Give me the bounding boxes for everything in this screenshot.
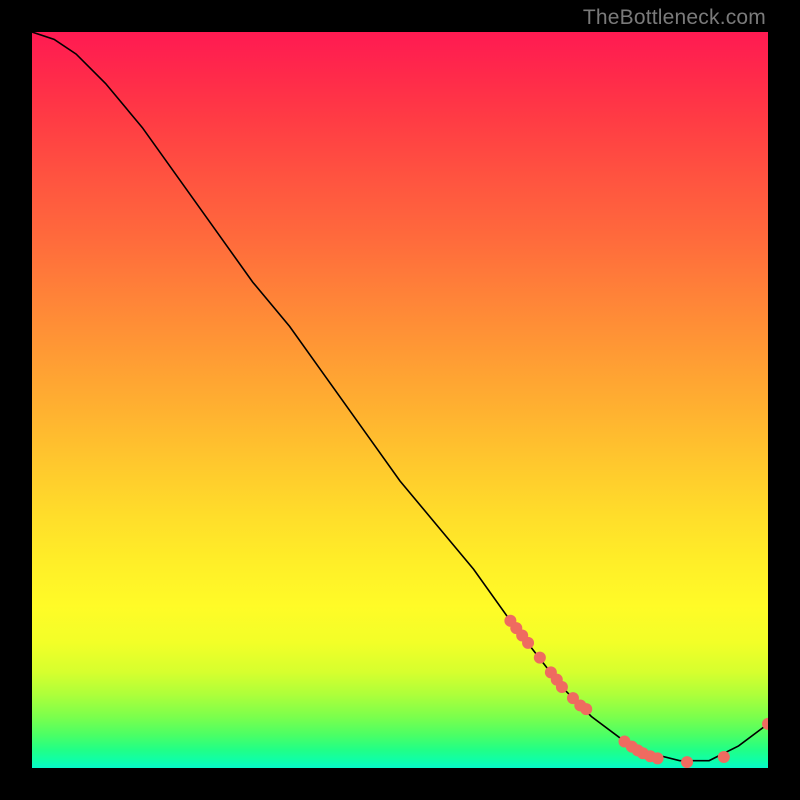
- marker-dot: [652, 752, 664, 764]
- chart-frame: TheBottleneck.com: [0, 0, 800, 800]
- marker-dot: [718, 751, 730, 763]
- chart-svg: [32, 32, 768, 768]
- watermark-text: TheBottleneck.com: [583, 6, 766, 30]
- marker-dot: [580, 703, 592, 715]
- marker-dot: [556, 681, 568, 693]
- marker-dot: [522, 637, 534, 649]
- marker-dot: [534, 652, 546, 664]
- marker-dot: [681, 756, 693, 768]
- marker-group: [504, 615, 768, 768]
- bottleneck-curve-path: [32, 32, 768, 761]
- plot-area: [32, 32, 768, 768]
